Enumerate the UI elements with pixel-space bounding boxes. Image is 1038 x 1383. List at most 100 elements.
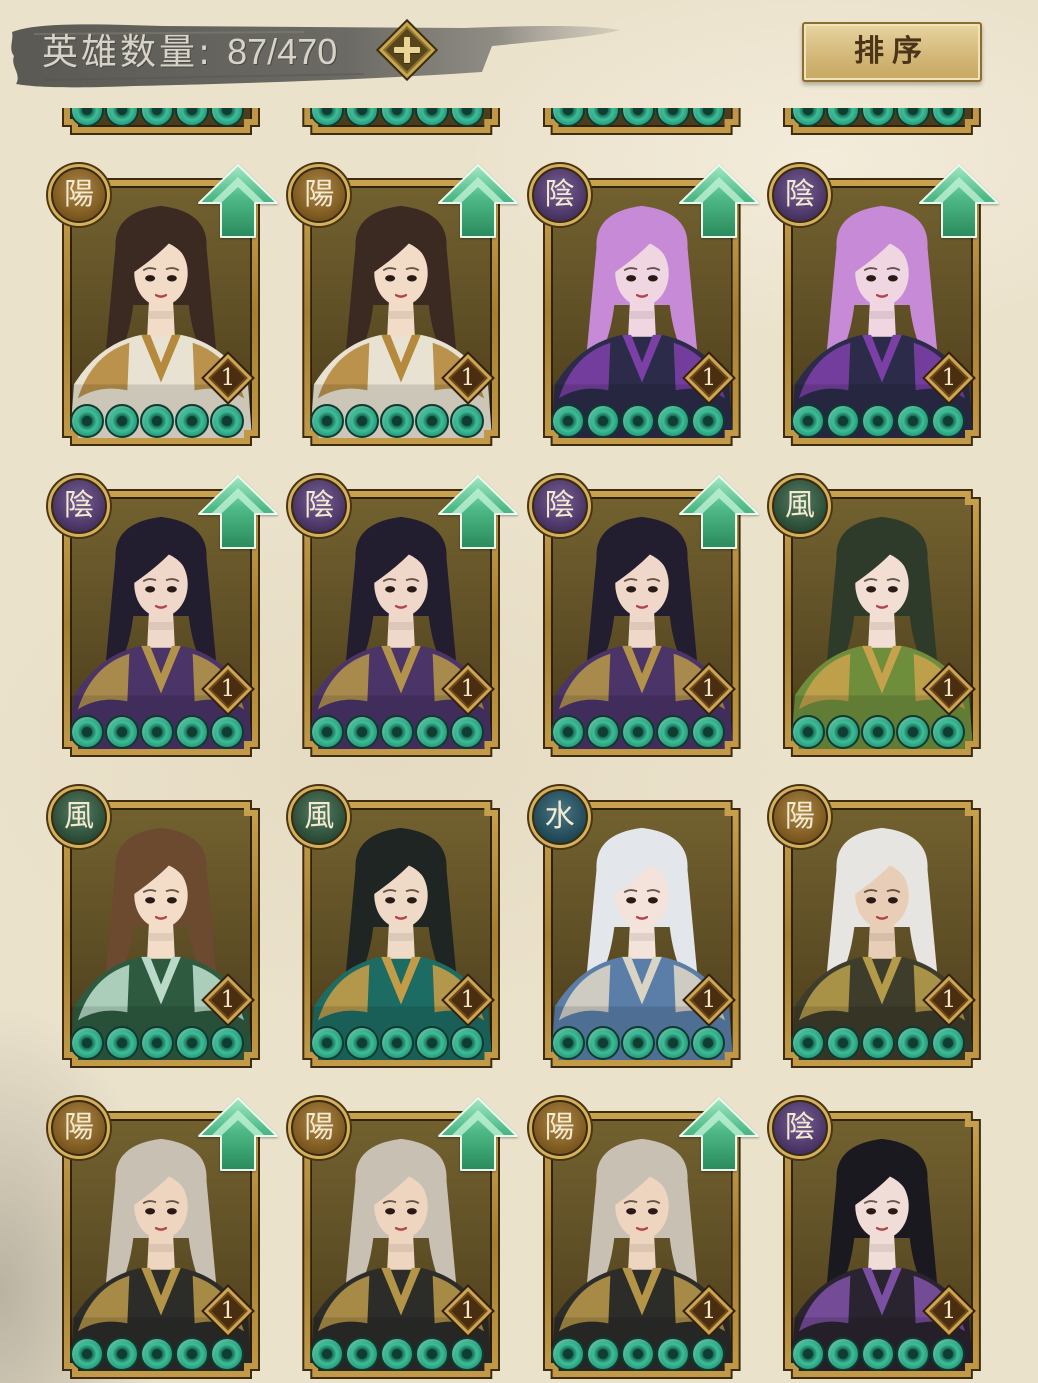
star-coin-icon xyxy=(825,108,860,127)
star-coin-icon xyxy=(175,108,209,127)
star-coin-icon xyxy=(345,108,380,127)
element-badge: 陰 xyxy=(528,164,591,226)
hero-portrait-art xyxy=(70,808,252,1060)
star-coin-icon xyxy=(345,715,380,749)
hero-card[interactable]: 陰1 xyxy=(528,164,759,446)
star-coin-icon xyxy=(930,1026,965,1060)
hero-card[interactable]: 陽1 xyxy=(768,786,981,1068)
star-coin-icon xyxy=(345,1026,380,1060)
star-coin-icon xyxy=(895,1337,930,1371)
hero-card[interactable]: 陰1 xyxy=(48,475,278,757)
level-value: 1 xyxy=(941,365,957,391)
hero-card[interactable]: 陽1 xyxy=(288,1097,519,1379)
star-coin-icon xyxy=(825,715,860,749)
star-row xyxy=(310,108,485,127)
top-bar: 英雄数量: 87/470 排序 xyxy=(0,0,1038,108)
hero-portrait-art xyxy=(310,808,492,1060)
hero-count-value: 87/470 xyxy=(227,31,338,72)
element-badge: 陽 xyxy=(288,1097,351,1159)
hero-card-partial[interactable] xyxy=(62,108,260,135)
star-row xyxy=(550,715,725,749)
upgrade-arrow-icon xyxy=(198,1097,278,1171)
upgrade-arrow-icon xyxy=(198,164,278,238)
star-coin-icon xyxy=(450,1026,485,1060)
star-row xyxy=(310,404,485,438)
star-coin-icon xyxy=(860,1337,895,1371)
element-label: 陰 xyxy=(304,488,335,523)
level-value: 1 xyxy=(460,676,476,702)
element-label: 風 xyxy=(64,799,94,834)
element-badge: 陽 xyxy=(528,1097,591,1159)
star-coin-icon xyxy=(210,108,244,127)
element-badge: 陰 xyxy=(48,475,110,537)
star-coin-icon xyxy=(210,715,244,749)
star-row xyxy=(790,715,965,749)
star-coin-icon xyxy=(70,1337,104,1371)
star-coin-icon xyxy=(175,715,209,749)
level-value: 1 xyxy=(941,1298,957,1324)
element-badge: 陰 xyxy=(768,1097,831,1159)
star-coin-icon xyxy=(380,1337,415,1371)
hero-card[interactable]: 陰1 xyxy=(768,164,999,446)
element-label: 陽 xyxy=(304,1110,335,1145)
star-coin-icon xyxy=(105,1026,139,1060)
hero-card[interactable]: 風1 xyxy=(768,475,981,757)
hero-card[interactable]: 水1 xyxy=(528,786,741,1068)
star-coin-icon xyxy=(620,1337,655,1371)
hero-count-label: 英雄数量: xyxy=(42,32,214,73)
hero-card-partial[interactable] xyxy=(302,108,500,135)
hero-card[interactable]: 陰1 xyxy=(288,475,519,757)
hero-card-partial[interactable] xyxy=(783,108,981,135)
hero-card[interactable]: 風1 xyxy=(48,786,260,1068)
star-coin-icon xyxy=(140,404,174,438)
level-value: 1 xyxy=(460,1298,476,1324)
star-coin-icon xyxy=(310,404,345,438)
element-badge: 陽 xyxy=(288,164,351,226)
star-coin-icon xyxy=(380,108,415,127)
star-coin-icon xyxy=(210,1026,244,1060)
hero-portrait-art xyxy=(791,1119,973,1371)
element-badge: 陰 xyxy=(288,475,351,537)
sort-button[interactable]: 排序 xyxy=(802,22,982,82)
star-coin-icon xyxy=(895,1026,930,1060)
star-coin-icon xyxy=(450,108,485,127)
hero-card-partial[interactable] xyxy=(543,108,741,135)
hero-card[interactable]: 陽1 xyxy=(48,1097,278,1379)
star-coin-icon xyxy=(895,715,930,749)
hero-card[interactable]: 陰1 xyxy=(768,1097,981,1379)
add-capacity-button[interactable] xyxy=(378,21,436,79)
star-coin-icon xyxy=(550,108,585,127)
star-coin-icon xyxy=(310,108,345,127)
star-coin-icon xyxy=(70,1026,104,1060)
star-coin-icon xyxy=(310,715,345,749)
hero-portrait xyxy=(551,808,733,1060)
hero-card[interactable]: 陽1 xyxy=(48,164,278,446)
star-coin-icon xyxy=(345,1337,380,1371)
star-row xyxy=(310,715,485,749)
element-label: 水 xyxy=(544,799,575,834)
level-value: 1 xyxy=(460,987,476,1013)
star-coin-icon xyxy=(105,108,139,127)
star-row xyxy=(550,404,725,438)
star-coin-icon xyxy=(930,108,965,127)
hero-card[interactable]: 陽1 xyxy=(528,1097,759,1379)
hero-list[interactable]: 陽1 陽1 陰1 陰1 陰1 陰1 陰1 風1 風1 風1 水1 陽1 陽 1 … xyxy=(0,108,1038,1383)
element-label: 陰 xyxy=(544,488,575,523)
star-coin-icon xyxy=(825,1337,860,1371)
element-label: 陰 xyxy=(784,1110,815,1145)
hero-card[interactable]: 風1 xyxy=(288,786,500,1068)
hero-card[interactable]: 陽1 xyxy=(288,164,519,446)
star-coin-icon xyxy=(585,715,620,749)
plus-icon xyxy=(379,22,435,78)
element-badge: 陰 xyxy=(528,475,591,537)
star-coin-icon xyxy=(140,108,174,127)
star-coin-icon xyxy=(930,715,965,749)
element-label: 陰 xyxy=(784,177,815,212)
level-value: 1 xyxy=(701,987,716,1013)
level-value: 1 xyxy=(941,676,957,702)
hero-portrait xyxy=(70,808,252,1060)
star-coin-icon xyxy=(70,715,104,749)
hero-card[interactable]: 陰1 xyxy=(528,475,759,757)
star-coin-icon xyxy=(310,1337,345,1371)
star-coin-icon xyxy=(210,404,244,438)
